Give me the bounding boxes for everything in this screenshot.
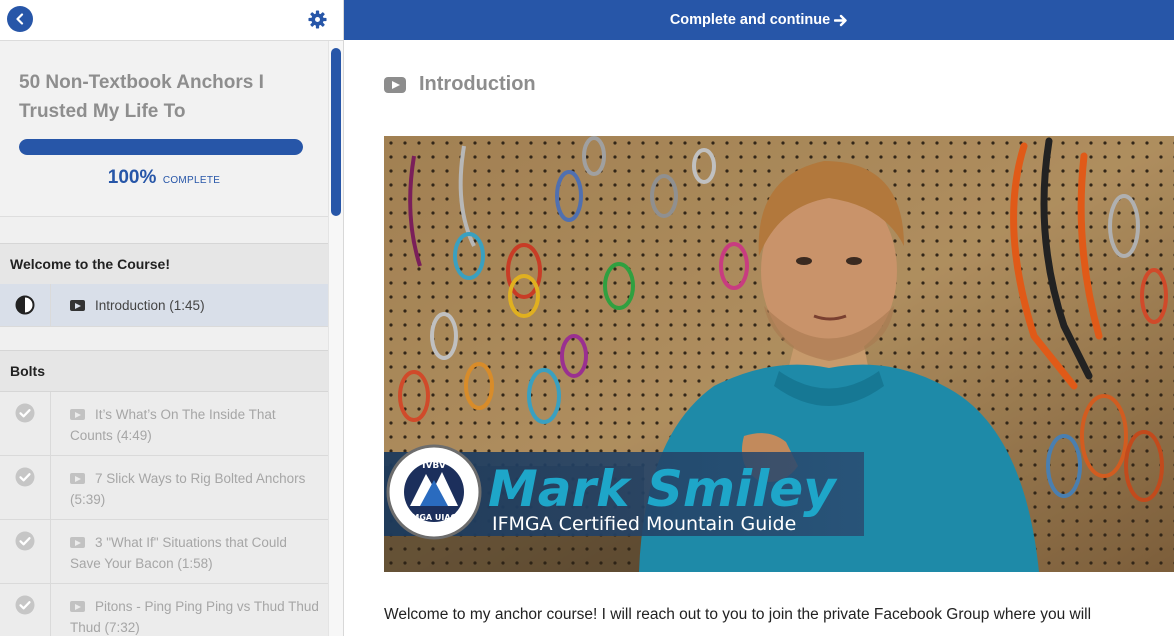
course-title: 50 Non-Textbook Anchors I Trusted My Lif… (19, 72, 264, 122)
lecture-heading: Introduction (384, 73, 536, 96)
lecture-status (0, 392, 51, 455)
lecture-main: Complete and continue Introduction IVBV … (344, 0, 1174, 636)
lecture-item[interactable]: 3 "What If" Situations that Could Save Y… (0, 520, 328, 584)
lecture-text: Pitons - Ping Ping Ping vs Thud Thud Thu… (51, 584, 328, 636)
course-sidebar: 50 Non-Textbook Anchors I Trusted My Lif… (0, 0, 344, 636)
sidebar-scroll-thumb[interactable] (331, 48, 341, 216)
arrow-right-icon (834, 14, 847, 26)
lecture-item[interactable]: It’s What’s On The Inside That Counts (4… (0, 392, 328, 456)
lecture-description: Welcome to my anchor course! I will reac… (384, 606, 1092, 623)
video-subtitle-overlay: IFMGA Certified Mountain Guide (492, 513, 796, 535)
sidebar-scrollbar[interactable] (328, 41, 343, 636)
youtube-play-icon (384, 76, 406, 93)
lecture-text: 7 Slick Ways to Rig Bolted Anchors (5:39… (51, 456, 328, 519)
section-header-welcome: Welcome to the Course! (0, 243, 328, 285)
complete-and-continue-button[interactable]: Complete and continue (344, 0, 1174, 40)
back-button[interactable] (7, 6, 33, 32)
ifmga-badge-logo: IVBV IFMGA UIAGM (386, 444, 482, 540)
check-circle-icon (15, 595, 35, 615)
lecture-title: Introduction (419, 73, 536, 95)
youtube-play-icon (70, 300, 85, 311)
gear-icon (307, 9, 327, 29)
lecture-title: 7 Slick Ways to Rig Bolted Anchors (5:39… (70, 471, 306, 507)
lecture-text: Introduction (1:45) (51, 284, 328, 326)
lecture-status (0, 456, 51, 519)
svg-text:IFMGA UIAGM: IFMGA UIAGM (403, 513, 465, 522)
progress-label: 100% complete (0, 167, 328, 189)
chevron-left-icon (16, 13, 24, 25)
svg-text:IVBV: IVBV (422, 461, 446, 471)
course-progress-bar (19, 139, 303, 155)
check-circle-icon (15, 467, 35, 487)
lecture-status (0, 520, 51, 583)
section-header-bolts: Bolts (0, 350, 328, 392)
youtube-play-icon (70, 601, 85, 612)
progress-percent: 100% (107, 167, 157, 188)
progress-complete-label: complete (162, 175, 221, 186)
lecture-text: 3 "What If" Situations that Could Save Y… (51, 520, 328, 583)
lecture-status (0, 584, 51, 636)
youtube-play-icon (70, 537, 85, 548)
check-circle-icon (15, 403, 35, 423)
lecture-title: It’s What’s On The Inside That Counts (4… (70, 407, 276, 443)
youtube-play-icon (70, 409, 85, 420)
course-header: 50 Non-Textbook Anchors I Trusted My Lif… (0, 41, 328, 217)
video-name-overlay: Mark Smiley (488, 460, 838, 518)
lecture-item[interactable]: 7 Slick Ways to Rig Bolted Anchors (5:39… (0, 456, 328, 520)
lecture-item[interactable]: Pitons - Ping Ping Ping vs Thud Thud Thu… (0, 584, 328, 636)
video-player[interactable]: IVBV IFMGA UIAGM Mark Smiley IFMGA Certi… (384, 136, 1174, 572)
lecture-status (0, 284, 51, 326)
lecture-title: 3 "What If" Situations that Could Save Y… (70, 535, 287, 571)
lecture-item-introduction[interactable]: Introduction (1:45) (0, 284, 328, 327)
complete-button-label: Complete and continue (669, 12, 831, 28)
half-circle-progress-icon (15, 295, 35, 315)
lecture-title: Pitons - Ping Ping Ping vs Thud Thud Thu… (70, 599, 319, 635)
check-circle-icon (15, 531, 35, 551)
lecture-text: It’s What’s On The Inside That Counts (4… (51, 392, 328, 455)
sidebar-topbar (0, 0, 343, 41)
video-frame: IVBV IFMGA UIAGM Mark Smiley IFMGA Certi… (384, 136, 1174, 572)
course-progress-fill (19, 139, 303, 155)
lecture-title: Introduction (1:45) (95, 298, 205, 313)
youtube-play-icon (70, 473, 85, 484)
settings-button[interactable] (307, 9, 327, 29)
